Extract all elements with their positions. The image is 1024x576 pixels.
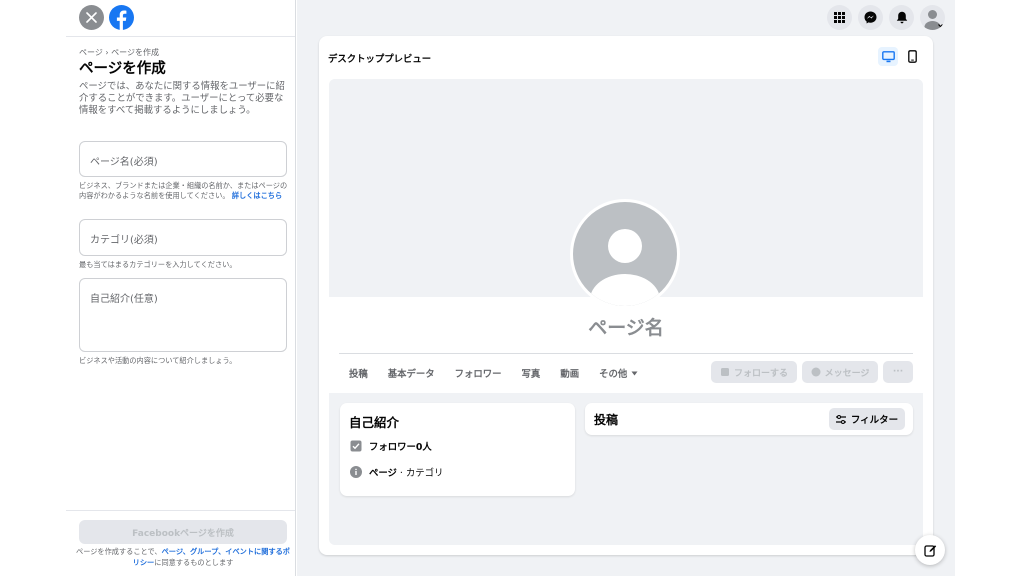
page-name-hint: ビジネス、ブランドまたは企業・組織の名前か、またはページの内容がわかるような名前…: [79, 181, 289, 200]
tab-videos[interactable]: 動画: [560, 366, 579, 380]
notifications-button[interactable]: [889, 5, 914, 30]
preview-area: デスクトッププレビュー ページ名 投稿 基本データ フォロワー 写真 動画 その…: [297, 0, 955, 576]
message-button[interactable]: メッセージ: [802, 361, 878, 383]
page-preview: ページ名 投稿 基本データ フォロワー 写真 動画 その他 フォローする メッセ…: [329, 79, 923, 545]
compose-button[interactable]: [915, 535, 945, 565]
intro-card: 自己紹介 フォロワー0人 ページ · カテゴリ: [340, 403, 575, 496]
policy-prefix: ページを作成することで、: [76, 547, 162, 556]
desktop-icon: [881, 50, 895, 62]
profile-picture: [570, 199, 680, 309]
mobile-preview-button[interactable]: [902, 47, 922, 66]
header-divider: [66, 36, 295, 37]
info-icon: [350, 466, 362, 478]
page-name-placeholder: ページ名(必須): [90, 157, 158, 168]
caret-down-icon: [631, 371, 638, 375]
page-title: ページを作成: [79, 61, 166, 77]
tab-more-label: その他: [599, 369, 628, 380]
top-right-icons: [827, 5, 945, 30]
more-actions-button[interactable]: ···: [883, 361, 913, 383]
bio-hint: ビジネスや活動の内容について紹介しましょう。: [79, 356, 237, 365]
follow-button[interactable]: フォローする: [711, 361, 797, 383]
menu-button[interactable]: [827, 5, 852, 30]
create-page-panel: ページ › ページを作成 ページを作成 ページでは、あなたに関する情報をユーザー…: [66, 0, 296, 576]
close-button[interactable]: [79, 5, 104, 30]
intro-title: 自己紹介: [349, 415, 400, 430]
filter-icon: [835, 414, 846, 424]
page-actions: フォローする メッセージ ···: [711, 361, 913, 383]
messenger-button[interactable]: [858, 5, 883, 30]
account-avatar: [924, 10, 943, 30]
preview-header: デスクトッププレビュー: [328, 54, 432, 65]
policy-notice: ページを作成することで、ページ、グループ、イベントに関するポリシーに同意するもの…: [74, 547, 292, 568]
tab-followers[interactable]: フォロワー: [455, 366, 502, 380]
intro-section: ページ › ページを作成 ページを作成 ページでは、あなたに関する情報をユーザー…: [79, 47, 287, 118]
tab-photos[interactable]: 写真: [522, 366, 541, 380]
create-page-button[interactable]: Facebookページを作成: [79, 520, 287, 544]
preview-card: デスクトッププレビュー ページ名 投稿 基本データ フォロワー 写真 動画 その…: [319, 36, 933, 555]
followers-row: フォロワー0人: [350, 439, 432, 453]
policy-suffix: に同意するものとします: [154, 557, 234, 567]
tab-posts[interactable]: 投稿: [349, 366, 368, 380]
category-input[interactable]: カテゴリ(必須): [79, 219, 287, 256]
page-tabs: 投稿 基本データ フォロワー 写真 動画 その他: [349, 366, 658, 380]
filter-button[interactable]: フィルター: [829, 408, 905, 430]
tab-divider: [339, 353, 913, 354]
checkbox-icon: [350, 440, 362, 452]
breadcrumb: ページ › ページを作成: [79, 48, 159, 57]
followers-count: フォロワー0人: [369, 442, 432, 453]
facebook-logo[interactable]: [109, 5, 134, 30]
follow-label: フォローする: [733, 368, 788, 379]
category-label: · カテゴリ: [396, 468, 444, 479]
close-icon: [86, 12, 97, 23]
footer-divider: [66, 510, 295, 511]
category-hint: 最も当てはまるカテゴリーを入力してください。: [79, 260, 237, 269]
messenger-small-icon: [811, 367, 821, 377]
messenger-icon: [864, 11, 877, 24]
learn-more-link[interactable]: 詳しくはこちら: [232, 191, 282, 200]
desktop-preview-button[interactable]: [878, 47, 898, 66]
device-toggle: [878, 47, 922, 66]
filter-label: フィルター: [850, 415, 899, 426]
compose-icon: [923, 544, 936, 557]
bio-textarea[interactable]: 自己紹介(任意): [79, 278, 287, 352]
posts-title: 投稿: [594, 413, 619, 427]
profile-placeholder-icon: [590, 229, 660, 306]
tab-about[interactable]: 基本データ: [388, 366, 435, 380]
tab-more[interactable]: その他: [599, 366, 638, 380]
top-left-icons: [79, 5, 134, 31]
page-description: ページでは、あなたに関する情報をユーザーに紹介することができます。ユーザーにとっ…: [79, 81, 285, 117]
category-placeholder: カテゴリ(必須): [90, 235, 158, 246]
posts-card: 投稿 フィルター: [585, 403, 913, 435]
bell-icon: [896, 11, 907, 24]
message-label: メッセージ: [824, 368, 870, 379]
page-name-input[interactable]: ページ名(必須): [79, 141, 287, 177]
follow-icon: [720, 368, 729, 376]
preview-page-name: ページ名: [588, 317, 664, 339]
bio-placeholder: 自己紹介(任意): [90, 294, 158, 305]
menu-grid-icon: [834, 12, 845, 23]
category-label-bold: ページ: [369, 468, 397, 479]
category-row: ページ · カテゴリ: [350, 465, 443, 479]
account-button[interactable]: [920, 5, 945, 30]
mobile-icon: [907, 50, 917, 63]
